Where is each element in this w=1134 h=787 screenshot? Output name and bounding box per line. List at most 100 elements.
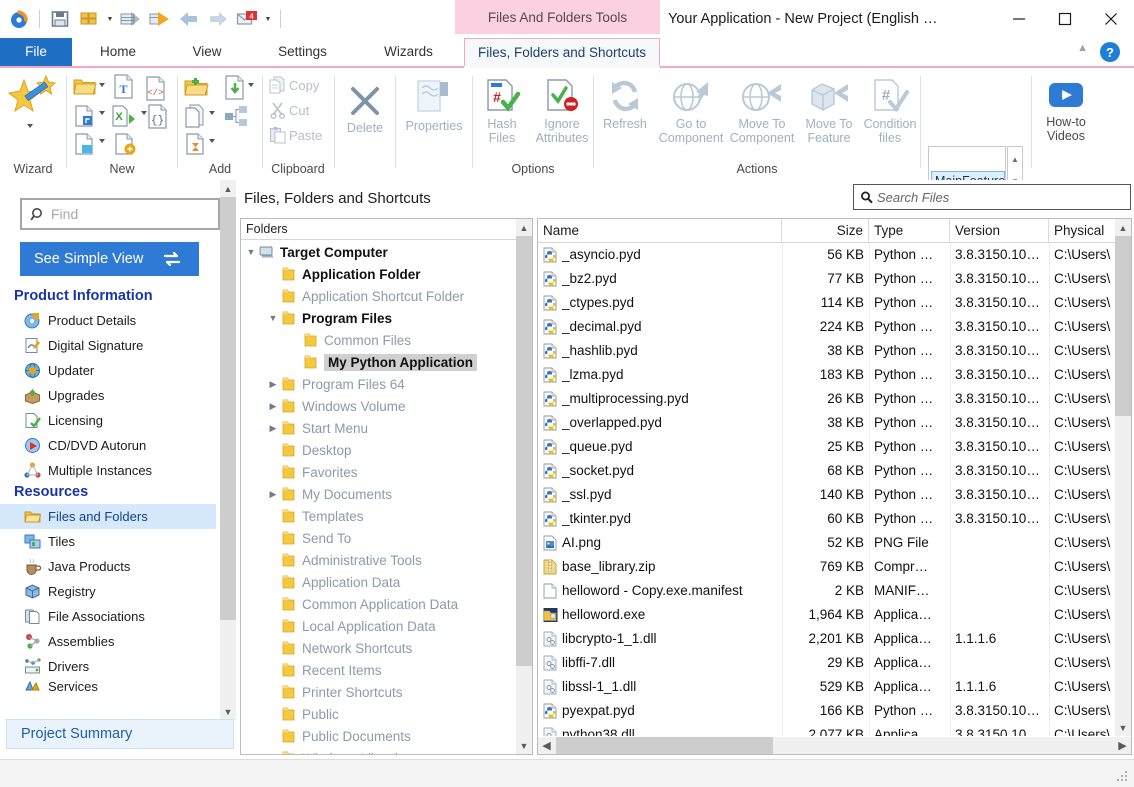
tree-scroll-thumb[interactable] — [516, 236, 532, 666]
wizard-star-icon[interactable] — [4, 74, 62, 123]
add-temp-file-icon[interactable] — [184, 132, 208, 159]
new-shortcut-dropdown-caret-icon[interactable] — [99, 111, 105, 115]
table-row[interactable]: base_library.zip769 KBCompr…C:\Users\ — [538, 555, 1115, 579]
cut-button[interactable]: Cut — [269, 101, 309, 119]
tree-node[interactable]: My Python Application — [241, 351, 532, 373]
move-to-feature-button[interactable]: Move To Feature — [798, 78, 860, 145]
tree-node[interactable]: Application Folder — [241, 263, 532, 285]
sidebar-scroll-up-icon[interactable]: ▲ — [220, 180, 236, 197]
tree-node[interactable]: Network Shortcuts — [241, 637, 532, 659]
resize-grip-icon[interactable] — [1117, 771, 1129, 783]
tree-node[interactable]: Common Files — [241, 329, 532, 351]
table-row[interactable]: _multiprocessing.pyd26 KBPython …3.8.315… — [538, 387, 1115, 411]
column-header-size[interactable]: Size — [782, 219, 869, 242]
column-header-name[interactable]: Name — [538, 219, 782, 242]
sidebar-item-assemblies[interactable]: Assemblies — [0, 629, 216, 654]
tree-node[interactable]: Application Shortcut Folder — [241, 285, 532, 307]
sidebar-item-licensing[interactable]: Licensing — [0, 408, 216, 433]
tab-home[interactable]: Home — [72, 38, 164, 66]
import-file-icon[interactable] — [224, 75, 246, 103]
tree-node[interactable]: ▶Windows Volume — [241, 395, 532, 417]
file-list-hscrollbar[interactable]: ◀ ▶ — [538, 737, 1131, 754]
messages-icon[interactable]: 4 — [234, 6, 260, 32]
sidebar-item-java-products[interactable]: Java Products — [0, 554, 216, 579]
folders-tree-body[interactable]: ▼Target Computer Application Folder Appl… — [241, 241, 532, 754]
customize-qat-caret-icon[interactable]: ▼ — [263, 6, 273, 32]
tree-node[interactable]: ▶My Documents — [241, 483, 532, 505]
delete-button[interactable]: Delete — [335, 84, 395, 135]
new-ini-dropdown-caret-icon[interactable] — [99, 139, 105, 143]
file-list-body[interactable]: _asyncio.pyd56 KBPython …3.8.3150.10…C:\… — [538, 243, 1115, 736]
tree-node[interactable]: Local Application Data — [241, 615, 532, 637]
table-row[interactable]: libffi-7.dll29 KBApplica…C:\Users\ — [538, 651, 1115, 675]
new-registry-file-icon[interactable] — [113, 132, 139, 159]
tree-scroll-up-icon[interactable]: ▲ — [516, 219, 532, 236]
sidebar-item-product-details[interactable]: Product Details — [0, 308, 216, 333]
tree-node[interactable]: Templates — [241, 505, 532, 527]
table-row[interactable]: _lzma.pyd183 KBPython …3.8.3150.10…C:\Us… — [538, 363, 1115, 387]
tree-node[interactable]: Windows Libraries — [241, 747, 532, 754]
build-dropdown-caret-icon[interactable]: ▼ — [105, 6, 115, 32]
copy-button[interactable]: Copy — [269, 76, 319, 94]
hierarchy-icon[interactable] — [224, 104, 250, 131]
new-json-file-icon[interactable]: {} — [147, 104, 169, 132]
import-dropdown-caret-icon[interactable] — [248, 83, 254, 87]
rebuild-icon[interactable] — [118, 6, 144, 32]
hash-files-button[interactable]: # Hash Files — [473, 78, 531, 145]
sidebar-scroll-thumb[interactable] — [220, 197, 236, 620]
column-header-type[interactable]: Type — [869, 219, 950, 242]
tab-file[interactable]: File — [0, 38, 72, 66]
tab-view[interactable]: View — [164, 38, 250, 66]
column-header-version[interactable]: Version — [950, 219, 1049, 242]
tree-node[interactable]: ▼Program Files — [241, 307, 532, 329]
add-folder-icon[interactable] — [184, 76, 210, 101]
sidebar-item-digital-signature[interactable]: Digital Signature — [0, 333, 216, 358]
sidebar-item-files-and-folders[interactable]: Files and Folders — [0, 504, 216, 529]
run-icon[interactable] — [147, 6, 173, 32]
ignore-attributes-button[interactable]: Ignore Attributes — [531, 78, 593, 145]
table-row[interactable]: _decimal.pyd224 KBPython …3.8.3150.10…C:… — [538, 315, 1115, 339]
paste-button[interactable]: Paste — [269, 126, 322, 144]
build-icon[interactable] — [76, 6, 102, 32]
save-icon[interactable] — [47, 6, 73, 32]
new-shortcut-icon[interactable] — [73, 104, 97, 131]
table-row[interactable]: python38.dll2,077 KBApplica…3.8.3150.10C… — [538, 723, 1115, 736]
forward-icon[interactable] — [205, 6, 231, 32]
tree-node[interactable]: ▼Target Computer — [241, 241, 532, 263]
sidebar-item-drivers[interactable]: Drivers — [0, 654, 216, 679]
chevron-right-icon[interactable]: ▶ — [265, 489, 281, 500]
new-xml-file-icon[interactable]: X — [111, 104, 137, 131]
copy-files-icon[interactable] — [184, 104, 208, 131]
table-row[interactable]: pyexpat.pyd166 KBPython …3.8.3150.10…C:\… — [538, 699, 1115, 723]
back-icon[interactable] — [176, 6, 202, 32]
new-html-file-icon[interactable]: </> — [145, 76, 167, 104]
chevron-right-icon[interactable]: ▶ — [265, 423, 281, 434]
folders-tree-scrollbar[interactable]: ▲ ▼ — [516, 219, 532, 754]
search-files-input[interactable]: Search Files — [853, 184, 1131, 210]
collapse-ribbon-icon[interactable]: ▲ — [1077, 42, 1088, 54]
file-list-scroll-down-icon[interactable]: ▼ — [1115, 719, 1131, 736]
app-logo-icon[interactable] — [6, 6, 32, 32]
new-folder-dropdown-caret-icon[interactable] — [99, 83, 105, 87]
tree-node[interactable]: ▶Start Menu — [241, 417, 532, 439]
tree-node[interactable]: Send To — [241, 527, 532, 549]
howto-videos-button[interactable]: How-to Videos — [1032, 80, 1100, 143]
table-row[interactable]: _overlapped.pyd38 KBPython …3.8.3150.10…… — [538, 411, 1115, 435]
tree-node[interactable]: Application Data — [241, 571, 532, 593]
tree-node[interactable]: Favorites — [241, 461, 532, 483]
file-list-scroll-left-icon[interactable]: ◀ — [538, 737, 555, 754]
tree-node[interactable]: Recent Items — [241, 659, 532, 681]
properties-button[interactable]: Properties — [396, 78, 472, 133]
goto-component-button[interactable]: Go to Component — [656, 78, 726, 145]
table-row[interactable]: _asyncio.pyd56 KBPython …3.8.3150.10…C:\… — [538, 243, 1115, 267]
help-button[interactable]: ? — [1100, 42, 1120, 62]
sidebar-scrollbar[interactable]: ▲ ▼ — [220, 180, 236, 720]
close-button[interactable] — [1088, 0, 1134, 38]
tab-files-folders-shortcuts[interactable]: Files, Folders and Shortcuts — [464, 38, 660, 66]
sidebar-item-upgrades[interactable]: Upgrades — [0, 383, 216, 408]
new-text-file-icon[interactable]: T — [113, 74, 135, 102]
sidebar-item-cd-dvd-autorun[interactable]: CD/DVD Autorun — [0, 433, 216, 458]
tree-scroll-down-icon[interactable]: ▼ — [516, 737, 532, 754]
tree-node[interactable]: Desktop — [241, 439, 532, 461]
tree-node[interactable]: Common Application Data — [241, 593, 532, 615]
